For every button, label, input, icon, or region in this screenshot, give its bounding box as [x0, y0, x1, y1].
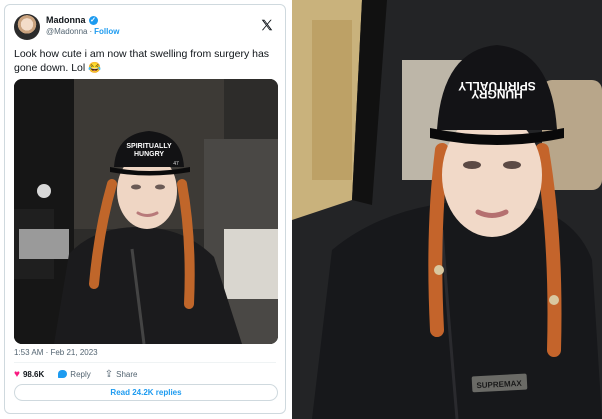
- tweet-actions: ♥ 98.6K Reply ⇪ Share: [14, 368, 138, 380]
- x-logo-icon[interactable]: [260, 18, 274, 32]
- tweet-hat-text-2: HUNGRY: [134, 151, 164, 158]
- heart-icon: ♥: [14, 368, 20, 380]
- author-handle-row: @Madonna · Follow: [46, 27, 119, 36]
- like-count: 98.6K: [22, 369, 45, 379]
- tweet-hat-text-1: SPIRITUALLY: [126, 143, 172, 150]
- tweet-card: Madonna ✓ @Madonna · Follow Look how cut…: [4, 4, 286, 414]
- reply-label: Reply: [70, 369, 91, 379]
- avatar[interactable]: [14, 14, 40, 40]
- tweet-hat-brand: 47: [173, 161, 179, 167]
- author-handle[interactable]: @Madonna: [46, 27, 87, 36]
- reply-button[interactable]: Reply: [58, 369, 91, 379]
- read-replies-button[interactable]: Read 24.2K replies: [14, 384, 278, 401]
- tweet-timestamp[interactable]: 1:53 AM · Feb 21, 2023: [14, 348, 98, 357]
- share-button[interactable]: ⇪ Share: [105, 369, 138, 380]
- verified-badge-icon: ✓: [88, 15, 98, 25]
- tweet-header: Madonna ✓ @Madonna · Follow: [14, 14, 276, 40]
- like-button[interactable]: ♥ 98.6K: [14, 369, 44, 380]
- car-hat-text-2: HUNGRY: [471, 87, 523, 101]
- tweet-text: Look how cute i am now that swelling fro…: [14, 48, 270, 74]
- handle-separator: ·: [89, 27, 93, 36]
- follow-button[interactable]: Follow: [94, 27, 119, 36]
- share-icon: ⇪: [104, 368, 114, 380]
- share-label: Share: [116, 369, 138, 379]
- author-display-name[interactable]: Madonna: [46, 15, 86, 25]
- car-photo-illustration: SUPREMAX SPIRITUALLY HUNGRY: [292, 0, 602, 419]
- reply-bubble-icon: [58, 370, 68, 378]
- tweet-photo[interactable]: SPIRITUALLY HUNGRY 47: [14, 79, 278, 344]
- car-selfie-photo: SUPREMAX SPIRITUALLY HUNGRY: [292, 0, 602, 419]
- author-name-row: Madonna ✓: [46, 15, 98, 25]
- tweet-photo-illustration: SPIRITUALLY HUNGRY 47: [14, 79, 278, 344]
- tweet-divider: [14, 362, 276, 363]
